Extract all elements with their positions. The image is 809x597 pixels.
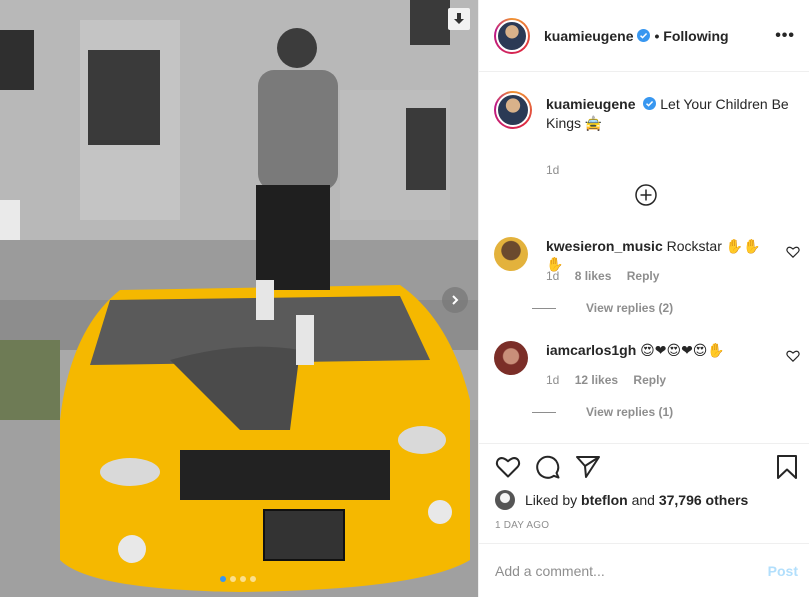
caption-username[interactable]: kuamieugene	[546, 96, 635, 112]
action-icons	[495, 454, 800, 484]
comment-age: 1d	[546, 373, 560, 387]
caption-author-avatar[interactable]	[494, 91, 532, 129]
commenter-avatar[interactable]	[494, 237, 528, 271]
verified-badge-icon	[637, 29, 651, 42]
add-comment-bar: Post	[479, 543, 809, 597]
reply-button[interactable]: Reply	[627, 269, 660, 283]
comment-input[interactable]	[495, 562, 768, 579]
comment-text-block: kwesieron_music Rockstar ✋✋✋	[546, 237, 774, 273]
action-bar: Liked by bteflon and 37,796 others 1 DAY…	[479, 443, 809, 531]
slide-dot	[250, 576, 256, 582]
comment-meta: 1d 8 likes Reply	[546, 269, 671, 283]
view-replies-button[interactable]: View replies (1)	[532, 405, 674, 419]
heart-icon[interactable]	[495, 454, 521, 480]
post-header: kuamieugene • Following •••	[479, 0, 809, 72]
view-replies-label: View replies (2)	[586, 301, 674, 315]
comment-text-block: iamcarlos1gh 😍❤😍❤😍✋	[546, 341, 774, 359]
author-username[interactable]: kuamieugene	[544, 28, 633, 44]
replies-divider	[532, 307, 556, 309]
comment-username[interactable]: kwesieron_music	[546, 238, 663, 254]
liked-by: Liked by bteflon and 37,796 others	[495, 490, 748, 510]
post-image[interactable]	[0, 0, 478, 597]
verified-badge-icon	[643, 97, 657, 110]
download-button[interactable]	[448, 8, 470, 30]
following-label: Following	[663, 27, 729, 44]
slide-dot	[240, 576, 246, 582]
car-photo	[0, 0, 478, 597]
liked-by-prefix: Liked by	[525, 492, 578, 508]
slide-dot-active	[220, 576, 226, 582]
paper-plane-icon[interactable]	[575, 454, 601, 480]
view-replies-button[interactable]: View replies (2)	[532, 301, 674, 315]
replies-divider	[532, 411, 556, 413]
plus-circle-icon[interactable]	[635, 184, 657, 206]
commenter-avatar[interactable]	[494, 341, 528, 375]
liker-avatar[interactable]	[495, 490, 515, 510]
reply-button[interactable]: Reply	[633, 373, 666, 387]
chevron-right-icon	[452, 295, 459, 305]
comment-icon[interactable]	[535, 454, 561, 480]
comment-age: 1d	[546, 269, 560, 283]
liked-by-and: and	[631, 492, 655, 508]
liked-by-user[interactable]: bteflon	[581, 492, 628, 508]
post-panel: kuamieugene • Following ••• kuamieugene …	[478, 0, 809, 597]
author-avatar[interactable]	[494, 17, 530, 54]
bookmark-icon[interactable]	[774, 454, 800, 480]
view-replies-label: View replies (1)	[586, 405, 674, 419]
post-button[interactable]: Post	[768, 563, 798, 579]
likes-count[interactable]: 37,796 others	[659, 492, 749, 508]
following-button[interactable]: • Following	[654, 28, 728, 44]
slide-indicator	[220, 576, 256, 582]
comment-meta: 1d 12 likes Reply	[546, 373, 678, 387]
caption-text-block: kuamieugene Let Your Children Be Kings 🚖	[546, 95, 796, 133]
download-icon	[454, 13, 464, 24]
next-slide-button[interactable]	[442, 287, 468, 313]
comments-section: kuamieugene Let Your Children Be Kings 🚖…	[479, 73, 809, 443]
comment-username[interactable]: iamcarlos1gh	[546, 342, 636, 358]
caption-age: 1d	[546, 163, 560, 177]
comment-likes[interactable]: 8 likes	[575, 269, 612, 283]
more-options-button[interactable]: •••	[775, 27, 795, 45]
heart-icon[interactable]	[786, 349, 800, 363]
post-timestamp[interactable]: 1 DAY AGO	[495, 520, 549, 531]
comment-text: 😍❤😍❤😍✋	[640, 342, 725, 358]
slide-dot	[230, 576, 236, 582]
comment-likes[interactable]: 12 likes	[575, 373, 618, 387]
heart-icon[interactable]	[786, 245, 800, 259]
